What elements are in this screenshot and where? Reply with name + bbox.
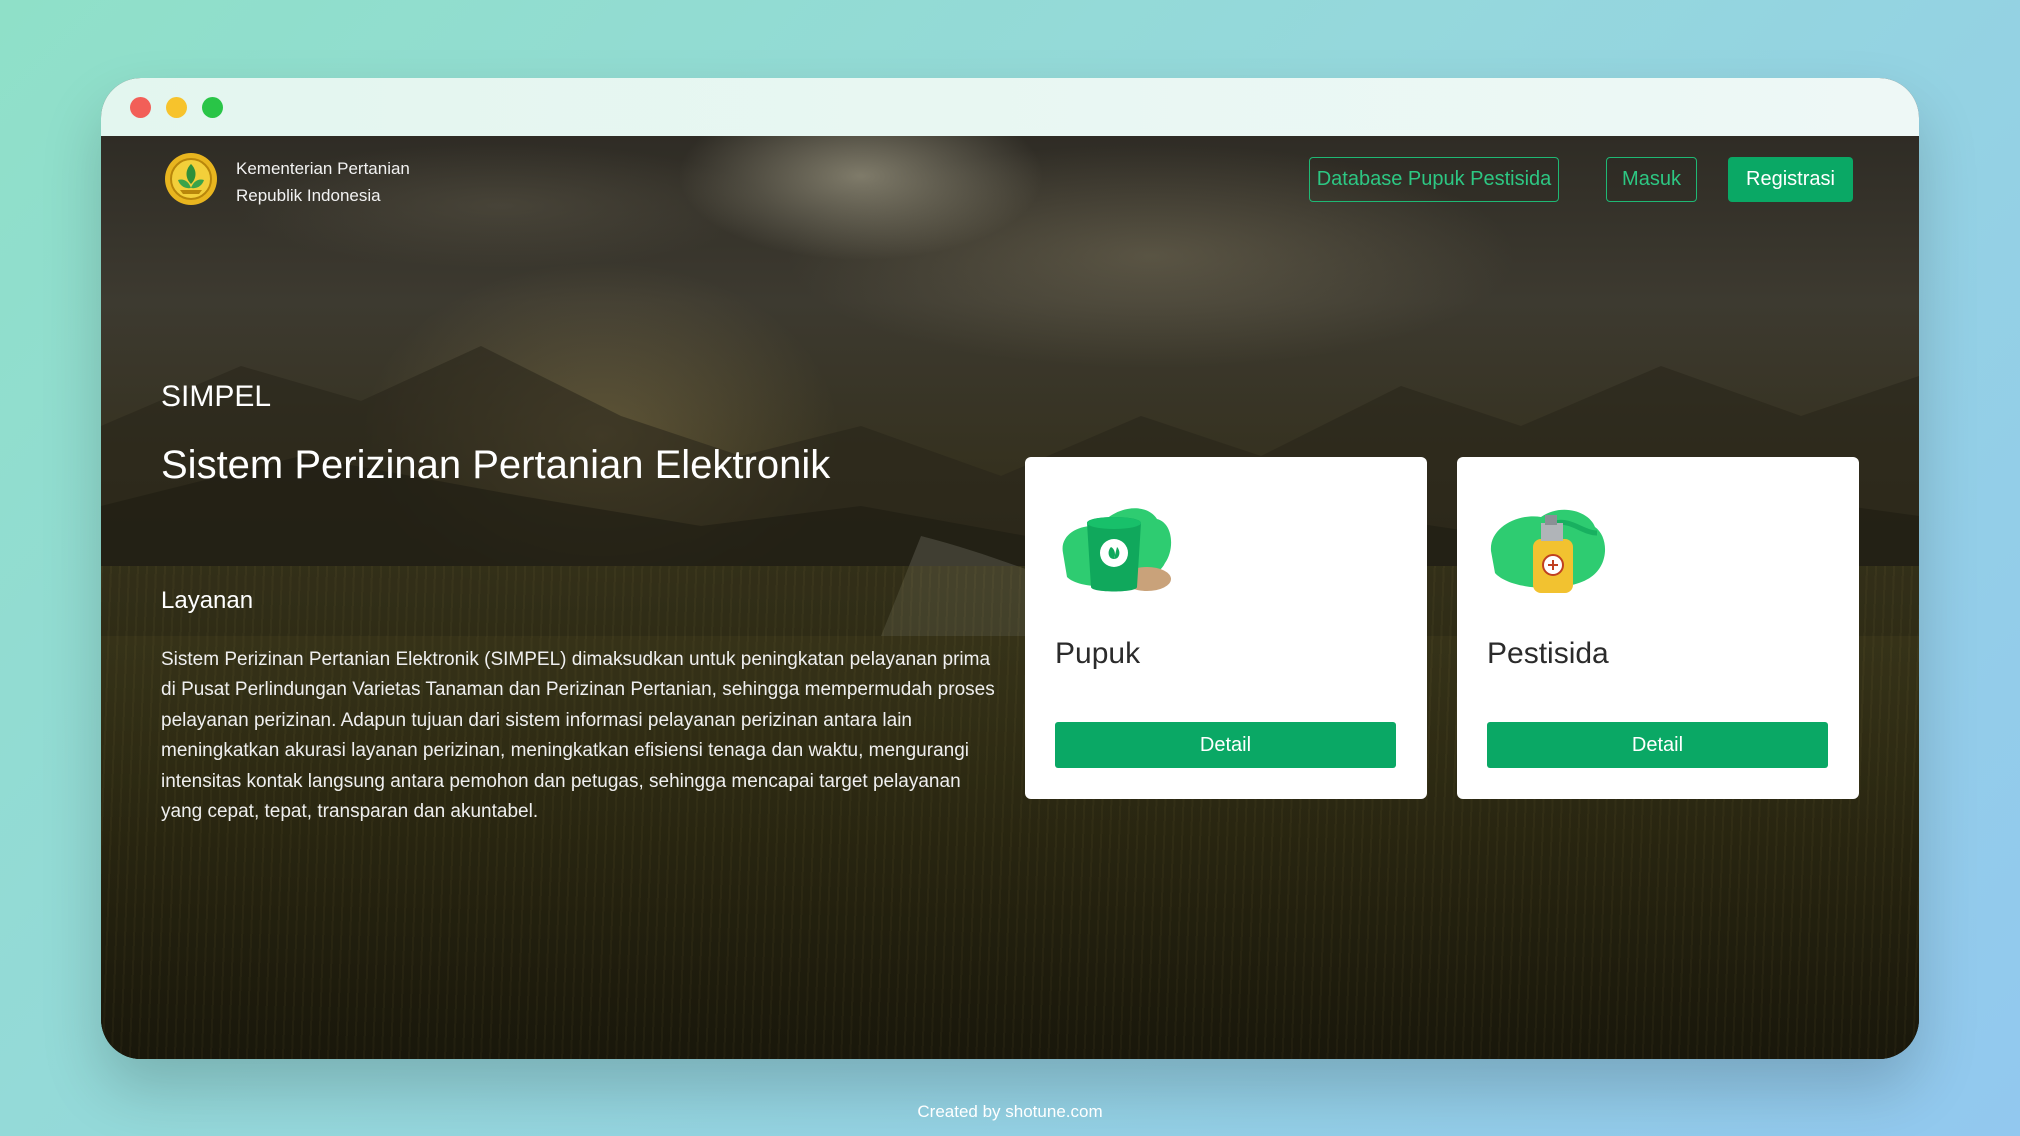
card-title-pestisida: Pestisida bbox=[1487, 637, 1609, 670]
fertilizer-bag-icon bbox=[1053, 493, 1181, 597]
card-title-pupuk: Pupuk bbox=[1055, 637, 1141, 670]
login-button[interactable]: Masuk bbox=[1606, 157, 1697, 202]
hero-title: Sistem Perizinan Pertanian Elektronik bbox=[161, 443, 831, 487]
credit-text: Created by shotune.com bbox=[917, 1102, 1103, 1121]
services-heading: Layanan bbox=[161, 587, 254, 614]
organization-name-line1: Kementerian Pertanian bbox=[236, 159, 410, 178]
organization-name-line2: Republik Indonesia bbox=[236, 186, 381, 205]
organization-name: Kementerian Pertanian Republik Indonesia bbox=[236, 155, 410, 209]
hero-brand: SIMPEL bbox=[161, 380, 272, 413]
close-window-button[interactable] bbox=[130, 97, 151, 118]
maximize-window-button[interactable] bbox=[202, 97, 223, 118]
register-button[interactable]: Registrasi bbox=[1728, 157, 1853, 202]
detail-button-pupuk[interactable]: Detail bbox=[1055, 722, 1396, 768]
detail-button-pestisida[interactable]: Detail bbox=[1487, 722, 1828, 768]
ministry-emblem-icon[interactable] bbox=[164, 152, 218, 206]
pesticide-spray-icon bbox=[1485, 493, 1613, 597]
service-card-pupuk: Pupuk Detail bbox=[1025, 457, 1427, 799]
browser-window: Kementerian Pertanian Republik Indonesia… bbox=[101, 78, 1919, 1059]
service-card-pestisida: Pestisida Detail bbox=[1457, 457, 1859, 799]
minimize-window-button[interactable] bbox=[166, 97, 187, 118]
service-description: Sistem Perizinan Pertanian Elektronik (S… bbox=[161, 649, 995, 823]
page-viewport: Kementerian Pertanian Republik Indonesia… bbox=[101, 136, 1919, 1059]
database-pupuk-pestisida-button[interactable]: Database Pupuk Pestisida bbox=[1309, 157, 1559, 202]
window-titlebar bbox=[101, 78, 1919, 136]
